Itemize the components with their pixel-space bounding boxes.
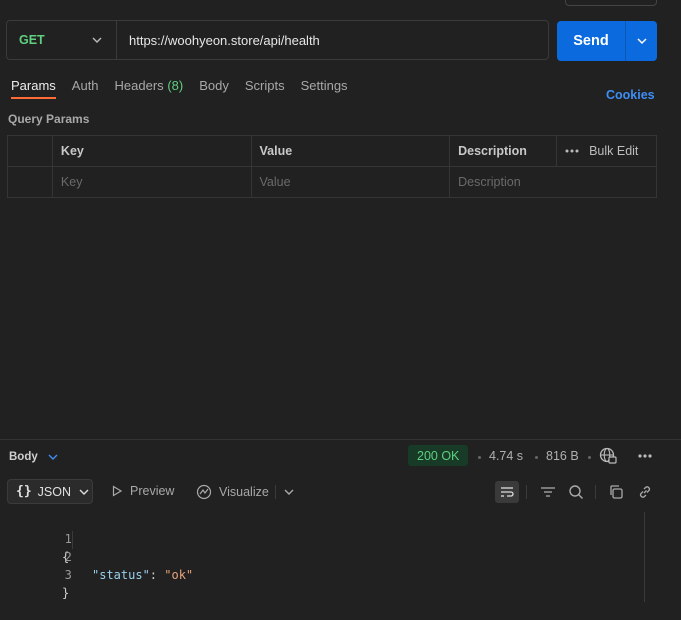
request-tabs: Params Auth Headers (8) Body Scripts Set… — [11, 78, 364, 99]
query-params-table: Key Value Description Bulk Edit Key Valu… — [7, 135, 657, 198]
url-bar: GET https://woohyeon.store/api/health — [6, 20, 549, 60]
preview-button[interactable]: Preview — [111, 484, 174, 498]
network-globe-icon[interactable] — [599, 447, 617, 465]
code-line: 3 } — [0, 548, 72, 600]
chevron-down-icon[interactable] — [282, 485, 296, 499]
play-icon — [112, 485, 123, 497]
row-checkbox-cell — [7, 166, 53, 198]
response-size[interactable]: 816 B — [546, 449, 579, 463]
more-horizontal-icon[interactable] — [565, 149, 579, 153]
separator-dot — [478, 456, 481, 459]
bulk-edit-cell: Bulk Edit — [556, 135, 657, 167]
url-input[interactable]: https://woohyeon.store/api/health — [117, 33, 320, 48]
line-number: 2 — [64, 550, 72, 564]
chevron-down-icon — [636, 38, 647, 45]
visualize-button[interactable]: Visualize — [196, 484, 269, 500]
link-icon — [639, 486, 651, 498]
headers-count: (8) — [167, 78, 184, 93]
braces-icon: {} — [16, 484, 32, 499]
more-horizontal-icon[interactable] — [637, 453, 653, 459]
copy-button[interactable] — [604, 481, 628, 503]
column-header-description: Description — [449, 135, 558, 167]
separator-dot — [588, 456, 591, 459]
response-time[interactable]: 4.74 s — [489, 449, 523, 463]
json-value: "ok" — [164, 568, 194, 582]
bulk-edit-button[interactable]: Bulk Edit — [589, 144, 638, 158]
toolbar-divider — [275, 485, 276, 499]
cookies-link[interactable]: Cookies — [606, 88, 655, 102]
code-line: 2 "status": "ok" — [0, 530, 193, 582]
copy-icon — [610, 485, 623, 499]
response-section-label: Body — [9, 451, 38, 463]
visualize-icon — [196, 484, 212, 500]
tab-auth[interactable]: Auth — [72, 78, 99, 99]
top-dropdown-stub[interactable] — [565, 0, 657, 6]
tab-params[interactable]: Params — [11, 78, 56, 99]
send-button-group: Send — [557, 21, 657, 61]
response-section-select[interactable]: Body — [9, 450, 60, 464]
table-header-row: Key Value Description Bulk Edit — [7, 135, 657, 167]
tab-body[interactable]: Body — [199, 78, 229, 99]
scrollbar[interactable] — [644, 512, 645, 602]
method-select[interactable]: GET — [7, 21, 117, 59]
pane-divider[interactable] — [0, 439, 681, 440]
toolbar-divider — [526, 485, 527, 499]
json-separator: : — [149, 568, 165, 582]
table-row: Key Value Description — [7, 166, 657, 198]
column-header-key: Key — [51, 135, 252, 167]
toolbar-divider — [595, 485, 596, 499]
tab-settings[interactable]: Settings — [301, 78, 348, 99]
line-number: 3 — [64, 568, 72, 582]
search-icon — [569, 485, 583, 499]
key-input[interactable]: Key — [51, 166, 252, 198]
column-header-value: Value — [250, 135, 451, 167]
value-input[interactable]: Value — [250, 166, 451, 198]
chevron-down-icon — [92, 37, 102, 43]
description-input[interactable]: Description — [449, 166, 657, 198]
chevron-down-icon — [79, 489, 89, 495]
code-text: } — [62, 586, 70, 600]
format-label: JSON — [37, 484, 71, 499]
wrap-lines-button[interactable] — [495, 481, 519, 503]
format-select[interactable]: {} JSON — [7, 479, 93, 504]
line-number: 1 — [64, 532, 72, 546]
wrap-lines-icon — [501, 487, 514, 497]
query-params-title: Query Params — [8, 112, 90, 126]
status-badge[interactable]: 200 OK — [408, 445, 469, 466]
link-button[interactable] — [633, 481, 657, 503]
code-line: 1 { — [0, 512, 72, 564]
tab-headers[interactable]: Headers (8) — [115, 78, 184, 99]
indent-guide — [72, 531, 73, 549]
filter-icon — [541, 487, 555, 497]
filter-button[interactable] — [536, 481, 560, 503]
method-label: GET — [19, 33, 45, 47]
tab-scripts[interactable]: Scripts — [245, 78, 285, 99]
search-button[interactable] — [564, 481, 588, 503]
send-button[interactable]: Send — [557, 21, 626, 61]
code-text: "status": "ok" — [92, 566, 193, 584]
json-key: "status" — [92, 568, 150, 582]
separator-dot — [535, 456, 538, 459]
send-dropdown-button[interactable] — [626, 21, 657, 61]
chevron-down-icon — [48, 454, 58, 460]
checkbox-column-header — [7, 135, 53, 167]
